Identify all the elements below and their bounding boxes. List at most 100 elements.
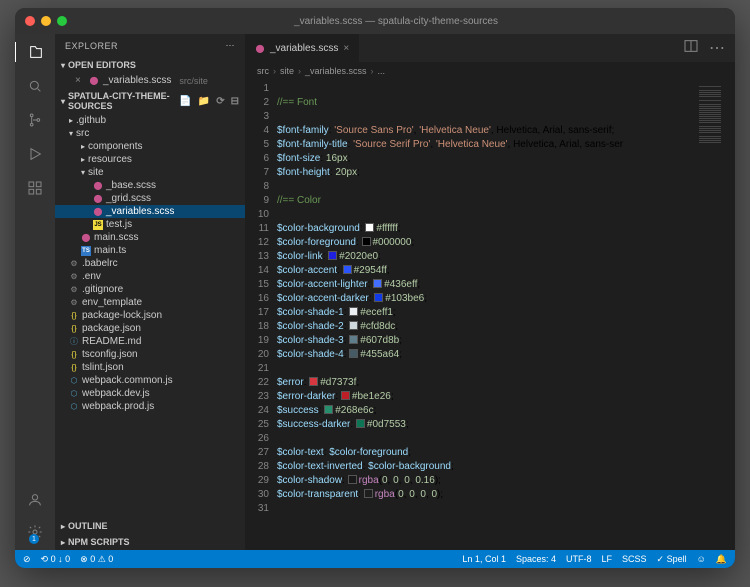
- titlebar[interactable]: _variables.scss — spatula-city-theme-sou…: [15, 8, 735, 34]
- more-icon[interactable]: ⋯: [226, 40, 236, 51]
- code-line[interactable]: [277, 362, 695, 376]
- explorer-icon[interactable]: [15, 42, 54, 62]
- settings-gear-icon[interactable]: 1: [25, 522, 45, 542]
- encoding[interactable]: UTF-8: [566, 554, 592, 565]
- file-item[interactable]: ⚙.gitignore: [55, 283, 245, 296]
- close-window-button[interactable]: [25, 16, 35, 26]
- source-control-icon[interactable]: [25, 110, 45, 130]
- editor[interactable]: 1234567891011121314151617181920212223242…: [245, 80, 735, 550]
- search-icon[interactable]: [25, 76, 45, 96]
- remote-indicator[interactable]: ⊘: [23, 554, 31, 565]
- file-item[interactable]: {}tslint.json: [55, 361, 245, 374]
- problems-status[interactable]: ⊗ 0 ⚠ 0: [80, 554, 113, 565]
- file-item[interactable]: ⚙.babelrc: [55, 257, 245, 270]
- collapse-icon[interactable]: ⊟: [231, 96, 239, 107]
- cursor-position[interactable]: Ln 1, Col 1: [462, 554, 506, 565]
- close-tab-icon[interactable]: ×: [343, 43, 349, 54]
- file-item[interactable]: TSmain.ts: [55, 244, 245, 257]
- tab-variables-scss[interactable]: ⬤ _variables.scss ×: [245, 34, 359, 62]
- file-item[interactable]: JStest.js: [55, 218, 245, 231]
- refresh-icon[interactable]: ⟳: [216, 96, 224, 107]
- code-line[interactable]: $color-shadow: rgba(0, 0, 0, 0.16);: [277, 474, 695, 488]
- code-line[interactable]: //== Color: [277, 194, 695, 208]
- project-section[interactable]: ▾ SPATULA-CITY-THEME-SOURCES 📄 📁 ⟳ ⊟: [55, 88, 245, 114]
- code-line[interactable]: $color-background: #ffffff;: [277, 222, 695, 236]
- code-line[interactable]: $color-text-inverted: $color-background;: [277, 460, 695, 474]
- code-line[interactable]: $color-shade-2: #cfd8dc;: [277, 320, 695, 334]
- breadcrumb-item[interactable]: site: [280, 66, 294, 76]
- code-line[interactable]: $color-text: $color-foreground;: [277, 446, 695, 460]
- npm-scripts-section[interactable]: ▸ NPM SCRIPTS: [55, 534, 245, 550]
- notifications-icon[interactable]: 🔔: [716, 554, 727, 565]
- split-editor-icon[interactable]: [683, 38, 699, 59]
- file-item[interactable]: ⬤_base.scss: [55, 179, 245, 192]
- debug-icon[interactable]: [25, 144, 45, 164]
- file-item[interactable]: ⬤_grid.scss: [55, 192, 245, 205]
- code-line[interactable]: $color-accent-darker: #103be6;: [277, 292, 695, 306]
- file-item[interactable]: {}package.json: [55, 322, 245, 335]
- feedback-icon[interactable]: ☺: [697, 554, 706, 565]
- breadcrumb-item[interactable]: src: [257, 66, 269, 76]
- code-line[interactable]: $error: #d7373f;: [277, 376, 695, 390]
- code-content[interactable]: //== Font $font-family: 'Source Sans Pro'…: [277, 80, 695, 550]
- minimize-window-button[interactable]: [41, 16, 51, 26]
- indentation[interactable]: Spaces: 4: [516, 554, 556, 565]
- spell-check[interactable]: ✓ Spell: [657, 554, 687, 565]
- new-file-icon[interactable]: 📄: [179, 96, 191, 107]
- folder-item[interactable]: ▾site: [55, 166, 245, 179]
- code-line[interactable]: $color-shade-4: #455a64;: [277, 348, 695, 362]
- file-item[interactable]: ⬡webpack.dev.js: [55, 387, 245, 400]
- code-line[interactable]: [277, 180, 695, 194]
- breadcrumbs[interactable]: src›site›_variables.scss›...: [245, 62, 735, 80]
- code-line[interactable]: $success-darker: #0d7553;: [277, 418, 695, 432]
- folder-item[interactable]: ▸components: [55, 140, 245, 153]
- sync-status[interactable]: ⟲ 0 ↓ 0: [41, 554, 71, 565]
- file-item[interactable]: ⬡webpack.prod.js: [55, 400, 245, 413]
- folder-item[interactable]: ▾src: [55, 127, 245, 140]
- code-line[interactable]: [277, 82, 695, 96]
- code-line[interactable]: $font-family-title: 'Source Serif Pro', …: [277, 138, 695, 152]
- new-folder-icon[interactable]: 📁: [198, 96, 210, 107]
- code-line[interactable]: $color-transparent: rgba(0, 0, 0, 0);: [277, 488, 695, 502]
- code-line[interactable]: $color-shade-1: #eceff1;: [277, 306, 695, 320]
- close-icon[interactable]: ×: [75, 75, 85, 86]
- code-line[interactable]: $error-darker: #be1e26;: [277, 390, 695, 404]
- code-line[interactable]: $color-shade-3: #607d8b;: [277, 334, 695, 348]
- code-line[interactable]: $font-family: 'Source Sans Pro', 'Helvet…: [277, 124, 695, 138]
- file-item[interactable]: ⚙env_template: [55, 296, 245, 309]
- code-line[interactable]: //== Font: [277, 96, 695, 110]
- more-actions-icon[interactable]: ⋯: [709, 38, 725, 58]
- file-item[interactable]: ⬤main.scss: [55, 231, 245, 244]
- file-tree[interactable]: ▸.github▾src▸components▸resources▾site⬤_…: [55, 114, 245, 518]
- breadcrumb-item[interactable]: ...: [378, 66, 386, 76]
- folder-item[interactable]: ▸.github: [55, 114, 245, 127]
- breadcrumb-item[interactable]: _variables.scss: [305, 66, 367, 76]
- file-item[interactable]: ⓘREADME.md: [55, 335, 245, 348]
- file-item[interactable]: {}tsconfig.json: [55, 348, 245, 361]
- extensions-icon[interactable]: [25, 178, 45, 198]
- eol[interactable]: LF: [601, 554, 612, 565]
- account-icon[interactable]: [25, 490, 45, 510]
- code-line[interactable]: $font-size: 16px;: [277, 152, 695, 166]
- code-line[interactable]: $color-foreground: #000000;: [277, 236, 695, 250]
- language-mode[interactable]: SCSS: [622, 554, 647, 565]
- code-line[interactable]: $color-accent: #2954ff;: [277, 264, 695, 278]
- file-item[interactable]: ⬡webpack.common.js: [55, 374, 245, 387]
- code-line[interactable]: [277, 110, 695, 124]
- open-editors-section[interactable]: ▾ OPEN EDITORS: [55, 57, 245, 73]
- open-editor-item[interactable]: ×⬤_variables.scsssrc/site: [55, 73, 245, 88]
- code-line[interactable]: [277, 208, 695, 222]
- folder-item[interactable]: ▸resources: [55, 153, 245, 166]
- code-line[interactable]: $color-link: #2020e0;: [277, 250, 695, 264]
- code-line[interactable]: $color-accent-lighter: #436eff;: [277, 278, 695, 292]
- file-item[interactable]: {}package-lock.json: [55, 309, 245, 322]
- code-line[interactable]: [277, 502, 695, 516]
- outline-section[interactable]: ▸ OUTLINE: [55, 518, 245, 534]
- code-line[interactable]: $success: #268e6c;: [277, 404, 695, 418]
- code-line[interactable]: [277, 432, 695, 446]
- maximize-window-button[interactable]: [57, 16, 67, 26]
- file-item[interactable]: ⬤_variables.scss: [55, 205, 245, 218]
- code-line[interactable]: $font-height: 20px;: [277, 166, 695, 180]
- file-item[interactable]: ⚙.env: [55, 270, 245, 283]
- minimap[interactable]: [695, 80, 735, 550]
